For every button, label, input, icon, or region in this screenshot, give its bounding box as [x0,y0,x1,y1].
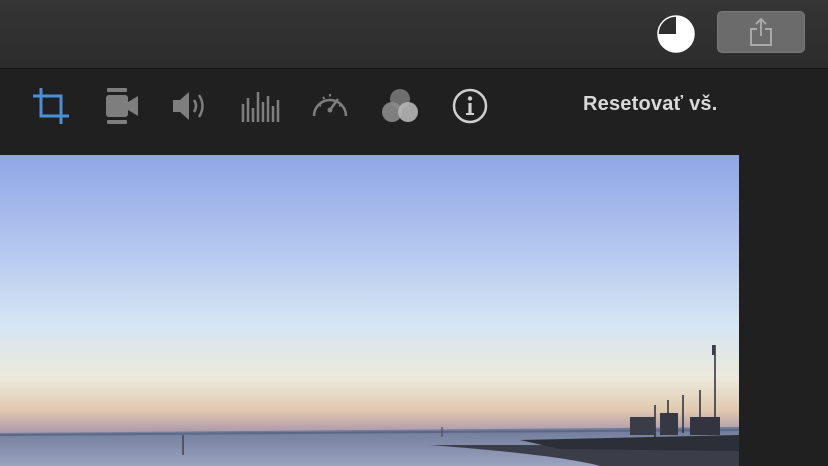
crop-tool-button[interactable] [31,86,71,126]
speedometer-icon [312,94,348,117]
volume-tool-button[interactable] [170,86,210,126]
share-icon [750,17,772,46]
video-viewer [0,155,828,466]
share-button[interactable] [717,11,805,53]
reset-all-button[interactable]: Resetovať vš. [583,91,717,117]
video-camera-icon [106,88,138,124]
equalizer-tool-button[interactable] [240,86,280,126]
speaker-icon [173,92,204,120]
equalizer-icon [241,92,280,122]
adjustment-toolbar: Resetovať vš. [0,69,828,155]
color-circles-icon [382,89,418,122]
crop-icon [33,88,69,124]
half-pie-progress-icon[interactable] [657,15,695,53]
info-icon [452,88,488,124]
color-tool-button[interactable] [380,86,420,126]
info-tool-button[interactable] [450,86,490,126]
speed-tool-button[interactable] [310,86,350,126]
video-preview-frame[interactable] [0,155,739,466]
title-bar [0,0,828,69]
stabilization-tool-button[interactable] [101,86,141,126]
